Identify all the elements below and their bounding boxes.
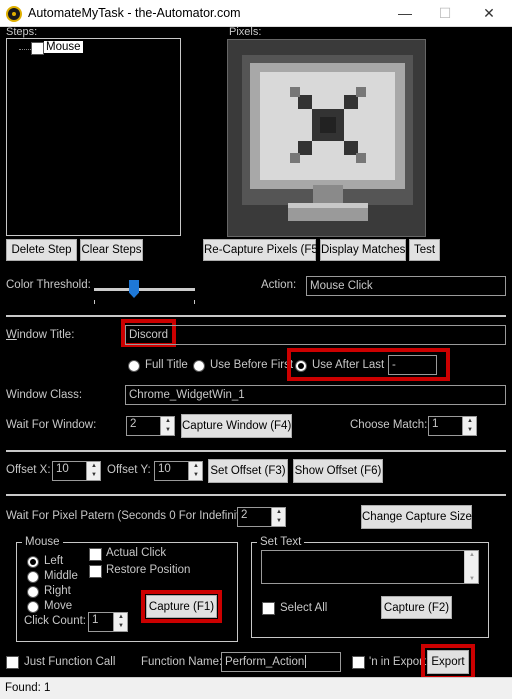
delete-step-button[interactable]: Delete Step	[6, 239, 77, 261]
clear-steps-button[interactable]: Clear Steps	[80, 239, 143, 261]
offset-x-label: Offset X:	[6, 464, 51, 476]
window-title-field[interactable]: Discord	[125, 325, 506, 345]
after-last-field[interactable]: -	[388, 355, 437, 375]
in-export-checkbox[interactable]	[352, 656, 365, 669]
monitor-error-icon	[242, 55, 413, 221]
color-threshold-slider[interactable]	[94, 276, 195, 304]
close-button[interactable]: ✕	[468, 0, 510, 27]
actual-click-checkbox[interactable]	[89, 548, 102, 561]
mouse-group-legend: Mouse	[22, 536, 63, 548]
mouse-middle-radio[interactable]	[27, 571, 39, 583]
status-bar: Found: 1	[0, 677, 512, 699]
capture-f2-button[interactable]: Capture (F2)	[381, 596, 452, 619]
just-function-call-checkbox[interactable]	[6, 656, 19, 669]
mouse-middle-label: Middle	[44, 570, 78, 582]
click-count-spinner[interactable]: 1 ▲ ▼	[88, 612, 128, 632]
slider-thumb[interactable]	[129, 280, 139, 298]
maximize-button[interactable]: ☐	[424, 0, 466, 27]
mouse-left-label: Left	[44, 555, 64, 567]
color-threshold-label: Color Threshold:	[6, 279, 91, 291]
set-text-scrollbar[interactable]: ▲ ▼	[464, 551, 478, 583]
set-text-field[interactable]: ▲ ▼	[261, 550, 479, 584]
set-offset-button[interactable]: Set Offset (F3)	[208, 459, 288, 483]
function-name-field[interactable]: Perform_Action	[221, 652, 341, 672]
pixel-preview	[227, 39, 426, 237]
restore-position-checkbox[interactable]	[89, 565, 102, 578]
offset-y-label: Offset Y:	[107, 464, 151, 476]
window-title-label: Window Title:	[6, 329, 75, 341]
test-button[interactable]: Test	[409, 239, 440, 261]
use-before-first-radio[interactable]	[193, 360, 205, 372]
wait-pixel-label: Wait For Pixel Patern (Seconds 0 For Ind…	[6, 510, 253, 522]
in-export-label: 'n in Export	[369, 656, 427, 668]
window-title: AutomateMyTask - the-Automator.com	[28, 6, 241, 20]
action-field[interactable]: Mouse Click	[306, 276, 506, 296]
wait-pixel-spinner[interactable]: 2 ▲ ▼	[237, 507, 286, 527]
set-text-legend: Set Text	[257, 536, 305, 548]
action-label: Action:	[261, 279, 297, 291]
mouse-move-label: Move	[44, 600, 73, 612]
window-class-label: Window Class:	[6, 389, 83, 401]
title-bar: AutomateMyTask - the-Automator.com — ☐ ✕	[0, 0, 512, 27]
minimize-button[interactable]: —	[384, 0, 426, 27]
capture-f1-button[interactable]: Capture (F1)	[146, 595, 217, 618]
select-all-label: Select All	[280, 602, 328, 614]
function-name-label: Function Name:	[141, 656, 223, 668]
tree-item-checkbox[interactable]	[31, 42, 44, 55]
show-offset-button[interactable]: Show Offset (F6)	[293, 459, 383, 483]
mouse-right-radio[interactable]	[27, 586, 39, 598]
wait-for-window-spinner[interactable]: 2 ▲ ▼	[126, 416, 175, 436]
restore-position-label: Restore Position	[106, 564, 191, 576]
use-after-last-radio[interactable]	[295, 360, 307, 372]
just-function-call-label: Just Function Call	[24, 656, 116, 668]
choose-match-spinner[interactable]: 1 ▲ ▼	[428, 416, 477, 436]
pixels-label: Pixels:	[229, 26, 262, 38]
divider	[6, 494, 506, 496]
actual-click-label: Actual Click	[106, 547, 167, 559]
offset-y-spinner[interactable]: 10 ▲ ▼	[154, 461, 203, 481]
export-button[interactable]: Export	[427, 650, 469, 674]
select-all-checkbox[interactable]	[262, 602, 275, 615]
mouse-move-radio[interactable]	[27, 601, 39, 613]
full-title-label: Full Title	[145, 359, 188, 371]
mouse-right-label: Right	[44, 585, 71, 597]
capture-window-button[interactable]: Capture Window (F4)	[181, 414, 292, 438]
mouse-left-radio[interactable]	[27, 556, 39, 568]
window-class-field[interactable]: Chrome_WidgetWin_1	[125, 385, 506, 405]
display-matches-button[interactable]: Display Matches	[320, 239, 406, 261]
use-before-first-label: Use Before First	[210, 359, 294, 371]
tree-item-mouse[interactable]: Mouse	[44, 41, 83, 53]
steps-tree[interactable]: Mouse	[6, 38, 181, 236]
divider	[6, 450, 506, 452]
full-title-radio[interactable]	[128, 360, 140, 372]
divider	[6, 315, 506, 317]
click-count-label: Click Count:	[24, 615, 86, 627]
status-text: Found: 1	[5, 682, 51, 694]
use-after-last-label: Use After Last	[312, 359, 385, 371]
choose-match-label: Choose Match:	[350, 419, 428, 431]
change-capture-size-button[interactable]: Change Capture Size	[361, 505, 472, 529]
steps-label: Steps:	[6, 26, 38, 38]
recapture-pixels-button[interactable]: Re-Capture Pixels (F5)	[203, 239, 322, 261]
app-icon	[6, 6, 22, 22]
offset-x-spinner[interactable]: 10 ▲ ▼	[52, 461, 101, 481]
wait-for-window-label: Wait For Window:	[6, 419, 97, 431]
